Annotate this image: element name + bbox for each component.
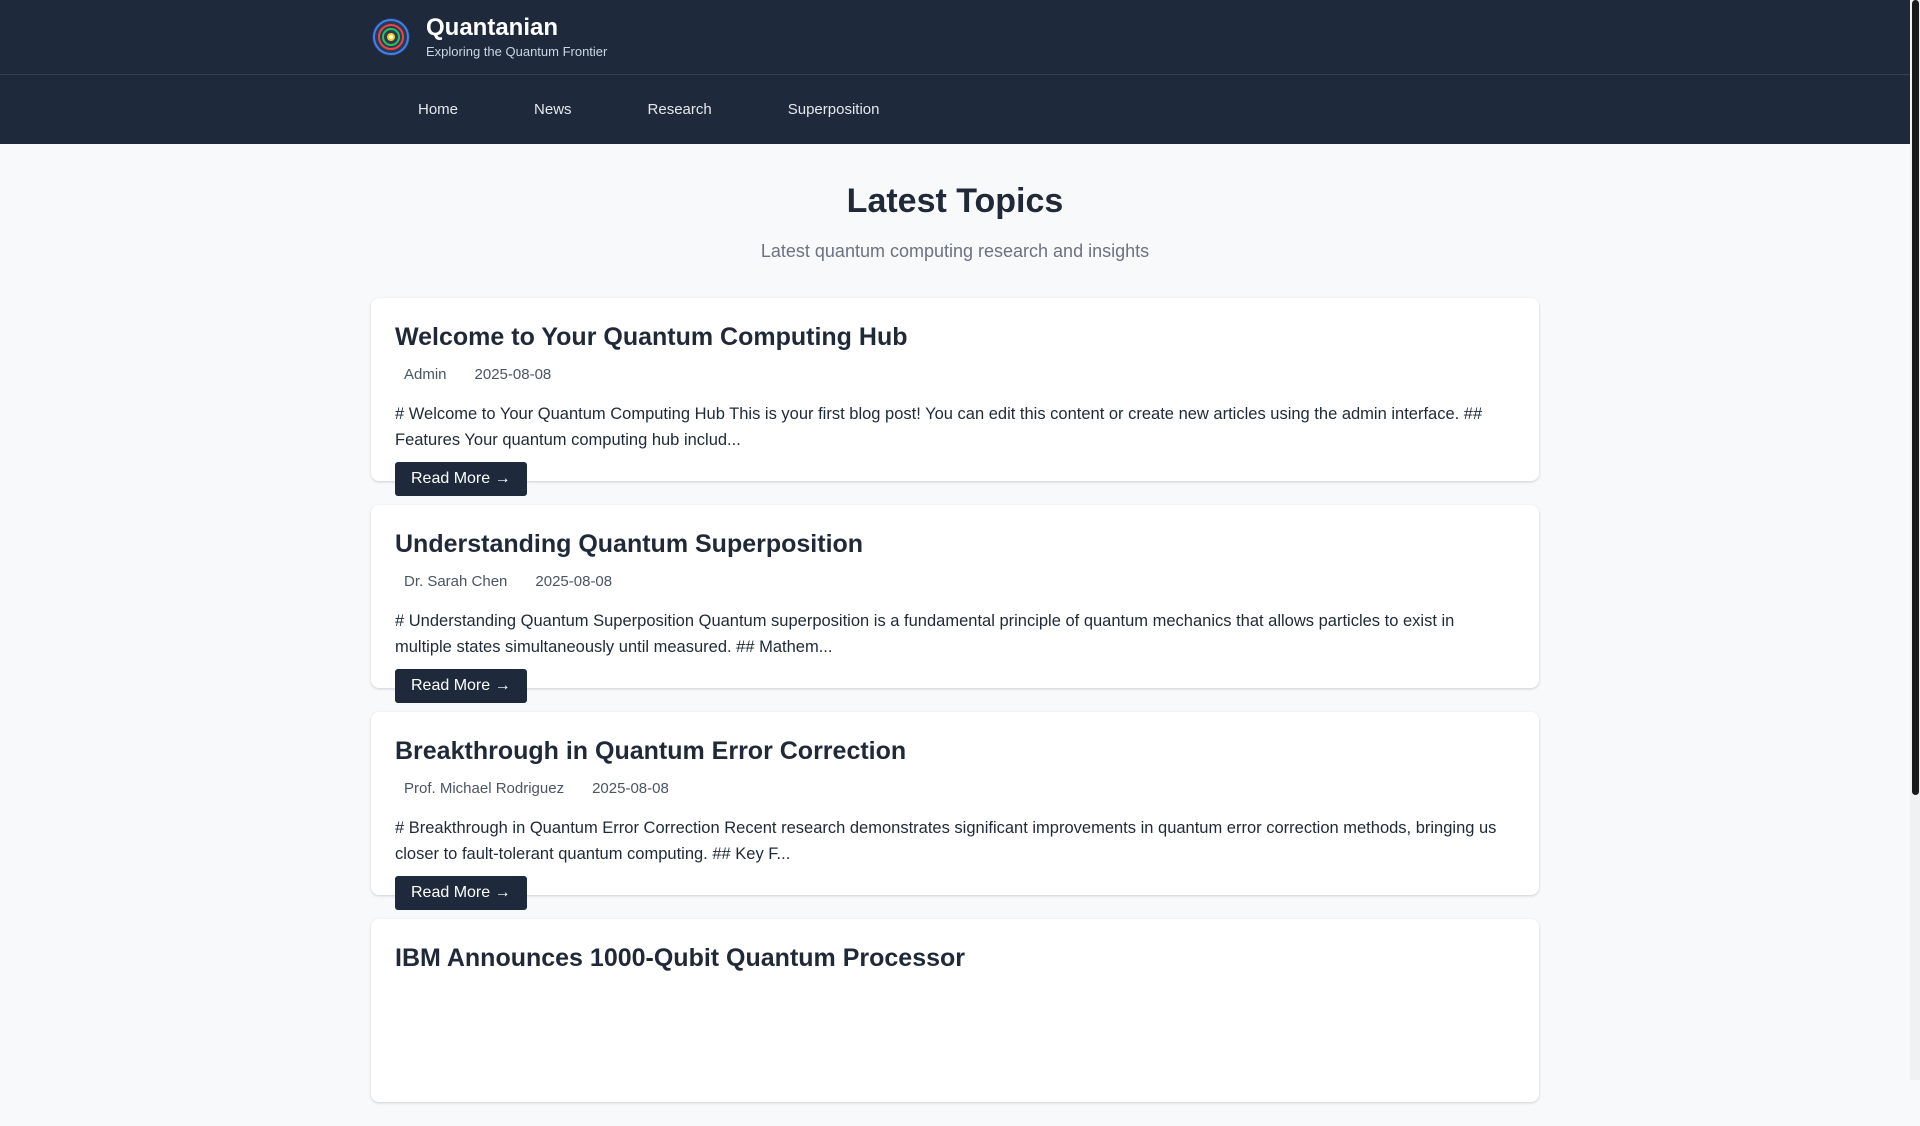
post-author: Prof. Michael Rodriguez [404,780,565,797]
post-date: 2025-08-08 [474,366,552,383]
post-card: Welcome to Your Quantum Computing Hub Ad… [371,298,1539,496]
nav-item-news[interactable]: News [496,101,610,118]
nav-item-superposition[interactable]: Superposition [750,101,918,118]
page-subtitle: Latest quantum computing research and in… [760,241,1150,261]
post-title[interactable]: Breakthrough in Quantum Error Correction [395,736,1515,766]
scrollbar-thumb[interactable] [1912,0,1919,795]
post-excerpt: # Understanding Quantum Superposition Qu… [395,612,1455,656]
site-tagline: Exploring the Quantum Frontier [426,44,608,59]
post-title[interactable]: Understanding Quantum Superposition [395,529,1515,559]
post-meta: Prof. Michael Rodriguez 2025-08-08 [395,780,1515,797]
nav-item-home[interactable]: Home [380,101,496,118]
atom-icon [372,18,410,56]
post-date: 2025-08-08 [592,780,669,797]
page-title: Latest Topics [846,182,1064,220]
main-content: Latest Topics Latest quantum computing r… [371,143,1539,1126]
post-date: 2025-08-08 [535,573,613,590]
post-title[interactable]: Welcome to Your Quantum Computing Hub [395,322,1515,352]
nav-item-research[interactable]: Research [610,101,750,118]
post-title[interactable]: IBM Announces 1000-Qubit Quantum Process… [395,943,1515,973]
site-header: Quantanian Exploring the Quantum Frontie… [0,0,1920,75]
post-meta: Admin 2025-08-08 [395,366,1515,383]
post-card: Breakthrough in Quantum Error Correction… [371,712,1539,910]
post-card: IBM Announces 1000-Qubit Quantum Process… [371,919,1539,1102]
post-list: Welcome to Your Quantum Computing Hub Ad… [371,298,1539,1102]
post-author: Dr. Sarah Chen [404,573,508,590]
read-more-button[interactable]: Read More → [395,462,527,496]
read-more-button[interactable]: Read More → [395,669,527,703]
site-title: Quantanian [426,14,559,41]
post-excerpt: # Welcome to Your Quantum Computing Hub … [395,405,1483,449]
page-scrollbar[interactable] [1910,0,1920,1080]
main-nav: Home News Research Superposition [0,75,1920,144]
post-card: Understanding Quantum Superposition Dr. … [371,505,1539,703]
brand[interactable]: Quantanian Exploring the Quantum Frontie… [372,14,607,60]
read-more-button[interactable]: Read More → [395,876,527,910]
post-excerpt: # Breakthrough in Quantum Error Correcti… [395,819,1497,863]
post-author: Admin [404,366,447,383]
post-meta: Dr. Sarah Chen 2025-08-08 [395,573,1515,590]
